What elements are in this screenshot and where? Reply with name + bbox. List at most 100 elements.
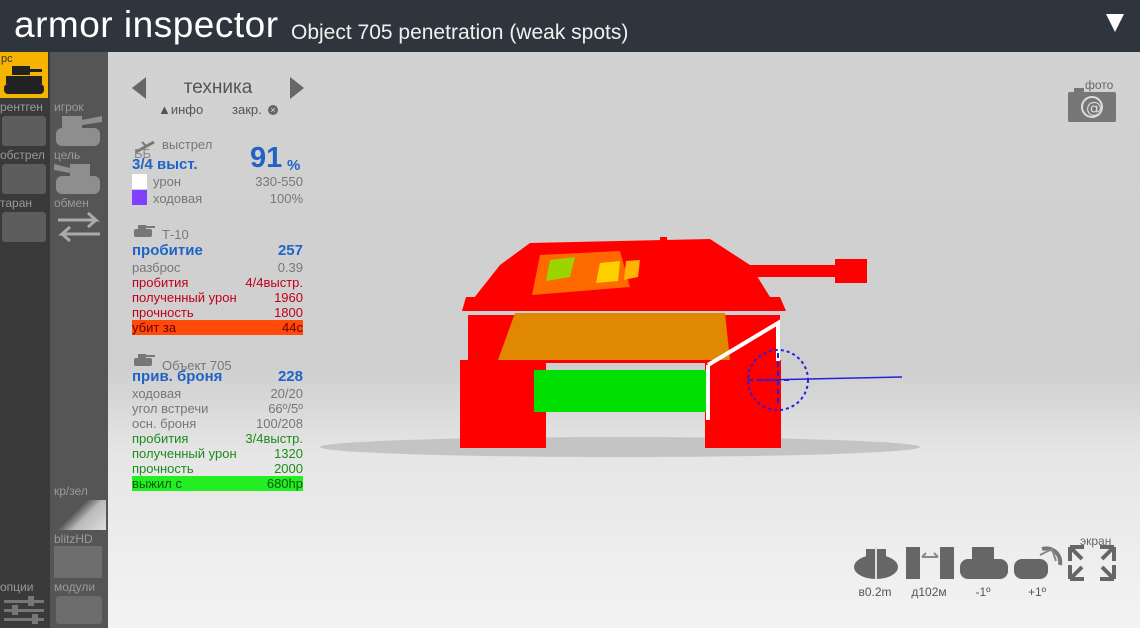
sidebar-item-target-label: цель (54, 148, 81, 162)
base-armor-value: 100/208 (256, 416, 303, 431)
title-bar: armor inspector Object 705 penetration (… (0, 0, 1140, 52)
lower-front-plate (534, 370, 706, 412)
distance-icon[interactable] (904, 545, 956, 581)
elevation-label: в0.2m (858, 585, 892, 599)
tracks-swatch (132, 190, 147, 205)
damage-taken-label: полученный урон (132, 446, 237, 461)
page-subtitle: Object 705 penetration (weak spots) (291, 21, 629, 44)
damage-swatch (132, 174, 147, 189)
next-vehicle-arrow-icon[interactable] (290, 77, 304, 99)
angle-value: 66º/5º (268, 401, 303, 416)
pens-label: пробития (132, 431, 189, 446)
base-armor-label: осн. броня (132, 416, 197, 431)
stat-row-penetration: пробитие 257 (132, 242, 303, 260)
tracks-label: ходовая (132, 386, 182, 401)
effective-armor-label: прив. броня (132, 368, 223, 385)
pens-value: 3/4выстр. (245, 431, 303, 446)
pens-value: 4/4выстр. (245, 275, 303, 290)
attacker-tank-icon (134, 225, 155, 237)
swap-arrows-icon[interactable] (54, 210, 104, 244)
sidebar-item-shooting-label: обстрел (0, 148, 45, 162)
stat-row-damage-taken: полученный урон 1960 (132, 290, 303, 305)
fullscreen-icon[interactable] (1066, 543, 1118, 583)
defender-tank-icon (134, 354, 155, 366)
hd-texture-icon[interactable] (54, 546, 102, 578)
color-scheme-icon[interactable] (54, 500, 106, 530)
sliders-icon[interactable] (2, 596, 46, 624)
sidebar-item-colors-label: кр/зел (54, 484, 88, 498)
hp-label: прочность (132, 461, 194, 476)
damage-taken-value: 1960 (274, 290, 303, 305)
angle-label: угол встречи (132, 401, 209, 416)
damage-taken-label: полученный урон (132, 290, 237, 305)
sidebar-item-options-label: опции (0, 580, 34, 594)
attacker-name: Т-10 (162, 227, 189, 242)
close-icon[interactable]: × (268, 105, 278, 115)
stat-row-pens: пробития 3/4выстр. (132, 431, 303, 446)
sidebar-item-modules-label: модули (54, 580, 96, 594)
damage-value: 330-550 (255, 174, 303, 189)
tilt-up-label: +1º (1027, 585, 1047, 599)
stat-row-effective-armor: прив. броня 228 (132, 368, 303, 386)
result-value: 680hp (266, 476, 303, 491)
camera-icon[interactable]: @ (1066, 86, 1118, 124)
hp-value: 1800 (274, 305, 303, 320)
stat-row-spread: разброс 0.39 (132, 260, 303, 275)
tracks-value: 100% (269, 191, 303, 206)
tank-silhouette-icon (4, 66, 44, 94)
penetration-label: пробитие (132, 242, 203, 259)
modules-icon[interactable] (56, 596, 102, 624)
penetration-chance-value: 91 (250, 142, 283, 174)
stat-row-base-armor: осн. броня 100/208 (132, 416, 303, 431)
tracks-value: 20/20 (270, 386, 303, 401)
tilt-up-icon[interactable] (1012, 545, 1064, 581)
ram-icon[interactable] (2, 212, 46, 242)
penetration-chance-unit: % (287, 157, 301, 174)
sidebar-item-rs[interactable]: рс (0, 52, 48, 98)
stat-row-result: убит за 44с (132, 320, 303, 335)
shot-header: выстрел (162, 137, 213, 152)
close-link[interactable]: закр. (232, 102, 262, 117)
stat-row-hp: прочность 2000 (132, 461, 303, 476)
damage-taken-value: 1320 (274, 446, 303, 461)
menu-dropdown-icon[interactable] (1106, 14, 1124, 32)
stat-row-hp: прочность 1800 (132, 305, 303, 320)
result-label: выжил с (132, 476, 182, 491)
hp-value: 2000 (274, 461, 303, 476)
shooting-icon[interactable] (2, 164, 46, 194)
sidebar-item-ram-label: таран (0, 196, 33, 210)
left-track (460, 360, 546, 448)
tank-armor-render (320, 237, 920, 457)
result-label: убит за (132, 320, 177, 335)
damage-label: урон (153, 174, 181, 189)
stat-row-angle: угол встречи 66º/5º (132, 401, 303, 416)
shots-label: 3/4 выст. (132, 156, 198, 173)
right-track (705, 360, 781, 448)
stat-row-tracks: ходовая 20/20 (132, 386, 303, 401)
sidebar-item-player-label: игрок (54, 100, 84, 114)
app-title: armor inspector (14, 4, 279, 45)
target-tank-icon[interactable] (54, 162, 104, 196)
upper-glacis (498, 313, 730, 360)
gun-barrel (680, 265, 840, 277)
stat-row-pens: пробития 4/4выстр. (132, 275, 303, 290)
stat-row-damage-taken: полученный урон 1320 (132, 446, 303, 461)
player-tank-icon[interactable] (54, 114, 104, 148)
spread-label: разброс (132, 260, 181, 275)
xray-icon[interactable] (2, 116, 46, 146)
vehicle-nav-title: техника (183, 77, 253, 98)
tilt-down-icon[interactable] (958, 545, 1010, 581)
tracks-label: ходовая (153, 191, 203, 206)
elevation-icon[interactable] (850, 545, 902, 581)
stat-row-result: выжил с 680hp (132, 476, 303, 491)
tilt-down-label: -1º (975, 585, 991, 599)
hp-label: прочность (132, 305, 194, 320)
sidebar-item-hd-label: blitzHD (54, 532, 93, 546)
sidebar-item-xray-label: рентген (0, 100, 43, 114)
pens-label: пробития (132, 275, 189, 290)
svg-text:@: @ (1086, 98, 1102, 117)
sidebar-item-swap-label: обмен (54, 196, 89, 210)
prev-vehicle-arrow-icon[interactable] (132, 77, 146, 99)
info-toggle-link[interactable]: ▲инфо (158, 102, 203, 117)
distance-label: д102м (911, 585, 947, 599)
